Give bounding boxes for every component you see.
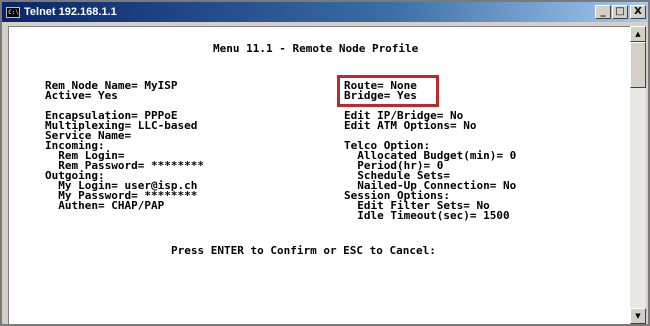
console-icon: C:\ xyxy=(6,6,20,18)
window-title: Telnet 192.168.1.1 xyxy=(24,6,117,18)
confirm-prompt: Press ENTER to Confirm or ESC to Cancel: xyxy=(171,244,436,257)
minimize-button[interactable]: _ xyxy=(595,5,611,19)
arrow-down-icon: ▼ xyxy=(635,312,641,320)
scroll-down-button[interactable]: ▼ xyxy=(630,308,646,324)
close-button[interactable]: X xyxy=(630,5,646,19)
field-edit-atm-options: Edit ATM Options= No xyxy=(344,119,477,132)
title-bar[interactable]: C:\ Telnet 192.168.1.1 _ □ X xyxy=(2,2,648,22)
vertical-scrollbar[interactable]: ▲ ▼ xyxy=(630,26,646,324)
scroll-thumb[interactable] xyxy=(630,42,646,88)
field-authen: Authen= CHAP/PAP xyxy=(45,199,165,212)
telnet-window: C:\ Telnet 192.168.1.1 _ □ X Menu 11.1 -… xyxy=(0,0,650,326)
field-idle-timeout: Idle Timeout(sec)= 1500 xyxy=(344,209,510,222)
console-screen[interactable]: Menu 11.1 - Remote Node Profile Rem Node… xyxy=(8,26,630,324)
window-controls: _ □ X xyxy=(594,5,646,19)
menu-title: Menu 11.1 - Remote Node Profile xyxy=(213,42,419,55)
arrow-up-icon: ▲ xyxy=(635,30,641,38)
field-active: Active= Yes xyxy=(45,89,118,102)
scroll-up-button[interactable]: ▲ xyxy=(630,26,646,42)
maximize-button[interactable]: □ xyxy=(612,5,628,19)
route-bridge-highlight xyxy=(337,75,439,107)
